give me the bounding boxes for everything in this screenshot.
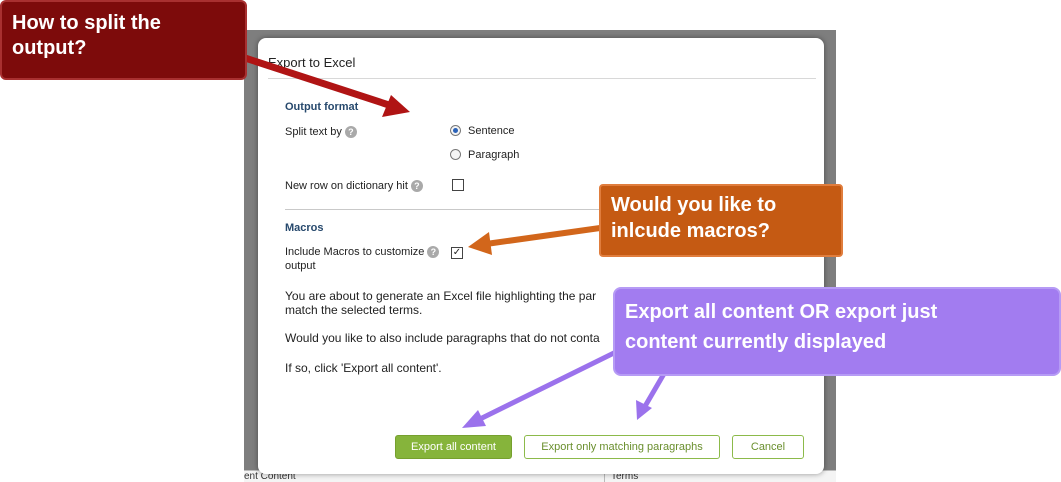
include-macros-checkbox[interactable]: ✓ [451, 247, 463, 259]
question-help-icon[interactable]: ? [427, 246, 440, 259]
callout-include-macros: Would you like to inlcude macros? [599, 184, 843, 257]
sentence-radio[interactable] [450, 125, 461, 136]
include-macros-label: Include Macros to customize? output [285, 245, 440, 273]
output-format-heading: Output format [285, 101, 359, 113]
export-only-matching-button[interactable]: Export only matching paragraphs [524, 435, 720, 459]
callout-split-line1: How to split the [12, 12, 161, 34]
question-help-icon[interactable]: ? [344, 126, 357, 139]
macros-heading: Macros [285, 222, 324, 234]
message-line-3: Would you like to also include paragraph… [285, 331, 600, 345]
message-line-4: If so, click 'Export all content'. [285, 361, 442, 375]
message-line-2: match the selected terms. [285, 303, 423, 317]
title-divider [268, 78, 816, 79]
new-row-label-text: New row on dictionary hit [285, 180, 408, 192]
paragraph-radio[interactable] [450, 149, 461, 160]
callout-export-line2: content currently displayed [625, 331, 887, 353]
paragraph-radio-label[interactable]: Paragraph [468, 148, 519, 162]
new-row-label: New row on dictionary hit? [285, 179, 423, 193]
callout-export-options: Export all content OR export just conten… [613, 287, 1061, 376]
callout-split-line2: output? [12, 37, 87, 59]
message-line-1: You are about to generate an Excel file … [285, 289, 597, 303]
callout-split-output: How to split the output? [0, 0, 247, 80]
cancel-button[interactable]: Cancel [732, 435, 804, 459]
checkmark-icon: ✓ [452, 247, 462, 258]
include-macros-label-line2: output [285, 260, 316, 272]
new-row-checkbox[interactable] [452, 179, 464, 191]
export-all-content-button[interactable]: Export all content [395, 435, 512, 459]
callout-export-line1: Export all content OR export just [625, 301, 938, 323]
split-text-label: Split text by? [285, 125, 357, 139]
dialog-title: Export to Excel [268, 55, 356, 70]
callout-macros-line1: Would you like to [611, 194, 777, 216]
question-help-icon[interactable]: ? [410, 180, 423, 193]
callout-macros-line2: inlcude macros? [611, 220, 770, 242]
sentence-radio-label[interactable]: Sentence [468, 124, 514, 138]
split-text-label-text: Split text by [285, 126, 342, 138]
include-macros-label-line1: Include Macros to customize [285, 246, 425, 258]
